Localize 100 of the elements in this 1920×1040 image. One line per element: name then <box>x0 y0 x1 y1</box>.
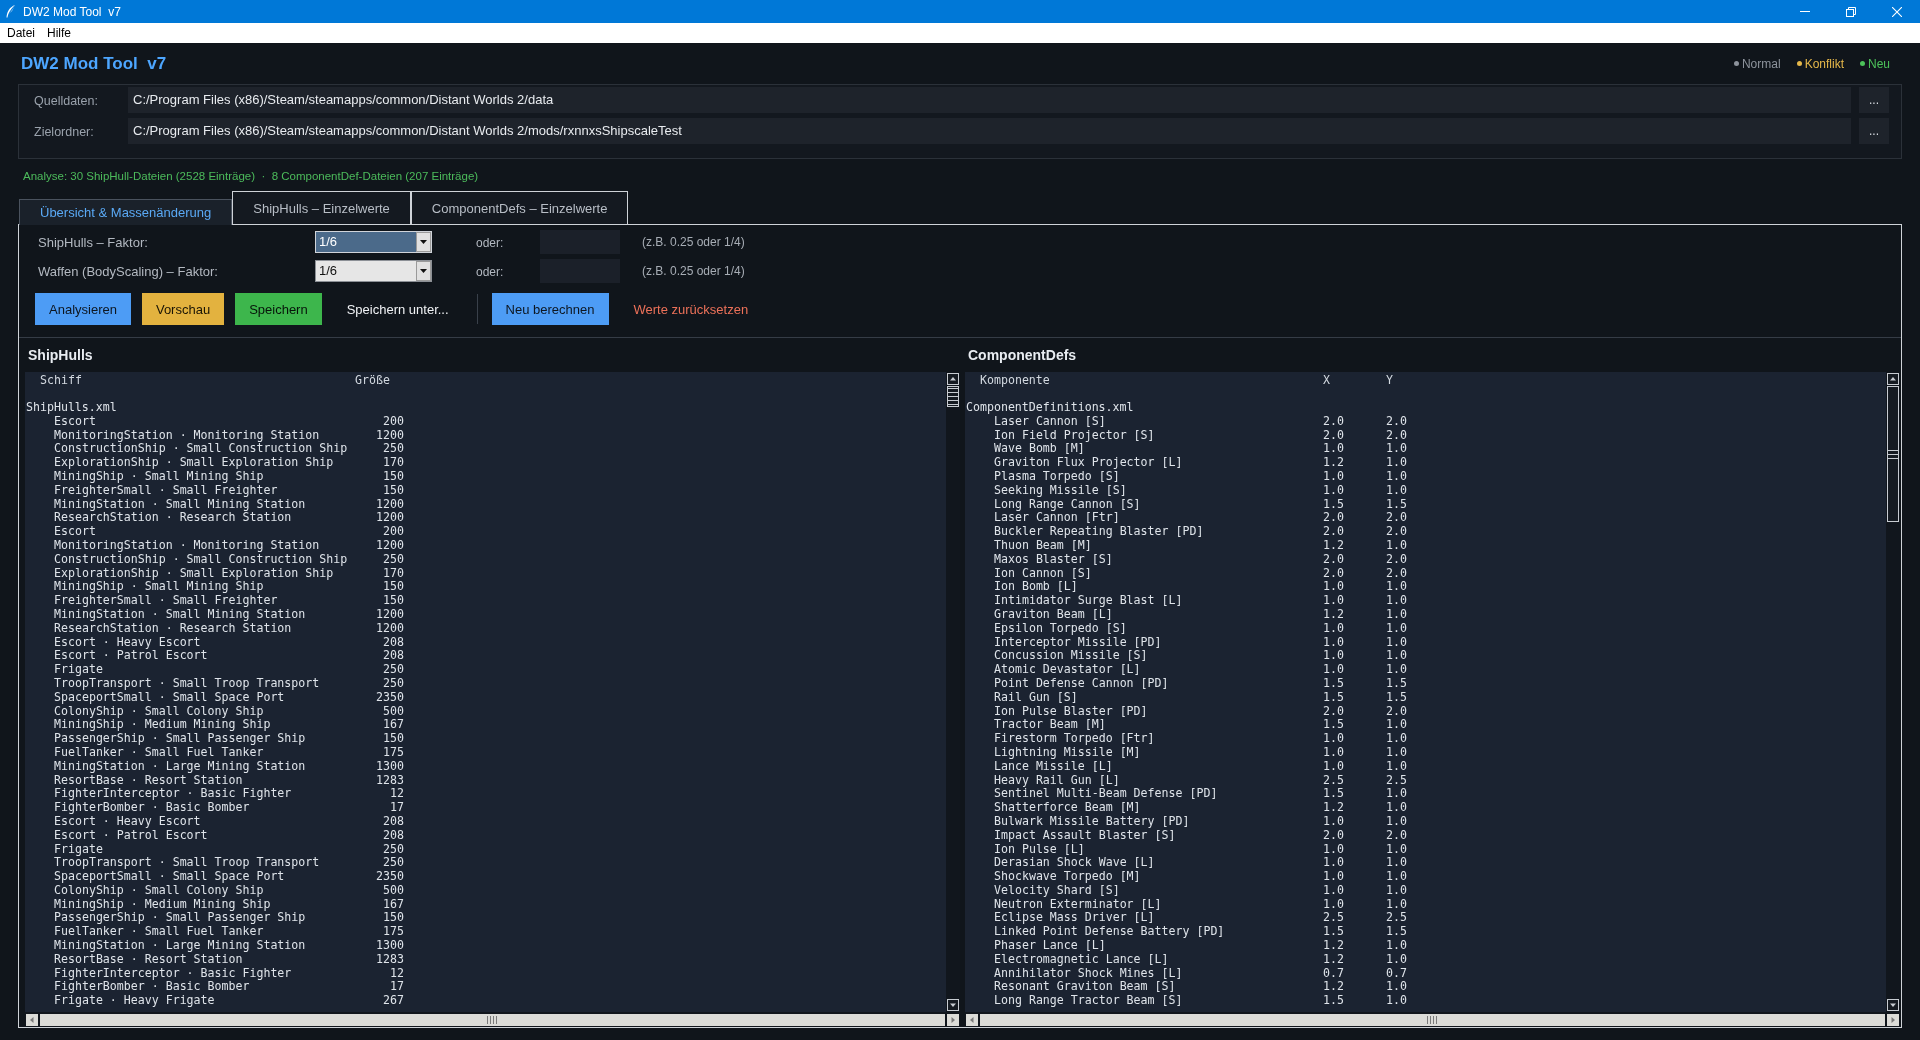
scrollbar-thumb[interactable] <box>980 1013 1885 1026</box>
tab[interactable]: Übersicht & Massenänderung <box>19 199 233 225</box>
scale-value: 1.5 <box>1323 993 1344 1008</box>
section-title: ShipHulls <box>28 346 93 364</box>
action-button[interactable]: Vorschau <box>141 293 225 325</box>
ship-name: ResearchStation · Research Station <box>54 510 292 525</box>
ship-name: FuelTanker · Small Fuel Tanker <box>54 744 264 759</box>
horizontal-scrollbar[interactable] <box>25 1012 960 1027</box>
size-value: 1200 <box>376 496 404 511</box>
scale-value: 2.0 <box>1386 703 1407 718</box>
size-value: 175 <box>383 744 404 759</box>
close-icon[interactable] <box>1892 6 1902 17</box>
scale-value: 2.5 <box>1323 910 1344 925</box>
component-name: Ion Cannon [S] <box>994 565 1092 580</box>
vertical-scrollbar[interactable] <box>1886 372 1900 1012</box>
caret-down-icon[interactable] <box>416 261 431 281</box>
alt-label: oder: <box>476 236 504 250</box>
size-value: 170 <box>383 455 404 470</box>
factor-combobox[interactable]: 1/6 <box>315 260 432 282</box>
action-button[interactable]: Speichern <box>235 293 322 325</box>
component-name: Wave Bomb [M] <box>994 441 1085 456</box>
browse-button[interactable]: ... <box>1859 87 1889 113</box>
scale-value: 1.0 <box>1323 758 1344 773</box>
vertical-scrollbar[interactable] <box>946 372 960 1012</box>
menu-item[interactable]: Datei <box>1 25 41 41</box>
scale-value: 1.0 <box>1386 455 1407 470</box>
size-value: 1300 <box>376 938 404 953</box>
factor-combobox[interactable]: 1/6 <box>315 231 432 253</box>
size-value: 2350 <box>376 689 404 704</box>
ship-name: ColonyShip · Small Colony Ship <box>54 882 264 897</box>
column-header: Schiff <box>40 373 82 387</box>
scale-value: 1.0 <box>1386 593 1407 608</box>
scale-value: 1.0 <box>1386 606 1407 621</box>
size-value: 1283 <box>376 951 404 966</box>
ship-name: Frigate · Heavy Frigate <box>54 993 215 1008</box>
ship-name: MonitoringStation · Monitoring Station <box>54 537 320 552</box>
scale-value: 1.0 <box>1323 662 1344 677</box>
text-button[interactable]: Werte zurücksetzen <box>619 293 763 325</box>
scale-value: 1.5 <box>1323 689 1344 704</box>
ship-name: FreighterSmall · Small Freighter <box>54 482 278 497</box>
column-header: X <box>1323 373 1330 387</box>
component-name: Graviton Beam [L] <box>994 606 1113 621</box>
component-name: Electromagnetic Lance [L] <box>994 951 1169 966</box>
ship-name: Escort · Patrol Escort <box>54 827 208 842</box>
scale-value: 1.0 <box>1323 744 1344 759</box>
scale-value: 1.0 <box>1386 882 1407 897</box>
scrollbar-thumb[interactable] <box>40 1013 945 1026</box>
scale-value: 1.2 <box>1323 455 1344 470</box>
ship-name: Escort · Heavy Escort <box>54 813 201 828</box>
scale-value: 2.5 <box>1386 772 1407 787</box>
scale-value: 1.0 <box>1386 993 1407 1008</box>
path-field[interactable]: C:/Program Files (x86)/Steam/steamapps/common/Distant Worlds 2/data <box>128 87 1851 113</box>
ship-name: MonitoringStation · Monitoring Station <box>54 427 320 442</box>
component-name: Seeking Missile [S] <box>994 482 1127 497</box>
size-value: 167 <box>383 717 404 732</box>
scale-value: 1.5 <box>1323 786 1344 801</box>
component-name: Maxos Blaster [S] <box>994 551 1113 566</box>
component-name: Ion Field Projector [S] <box>994 427 1155 442</box>
scale-value: 1.0 <box>1386 731 1407 746</box>
ship-name: ResortBase · Resort Station <box>54 772 243 787</box>
scale-value: 1.2 <box>1323 800 1344 815</box>
ship-name: FighterInterceptor · Basic Fighter <box>54 786 292 801</box>
ship-name: MiningStation · Large Mining Station <box>54 758 306 773</box>
caret-down-icon[interactable] <box>416 232 431 252</box>
text-button[interactable]: Speichern unter... <box>332 293 463 325</box>
action-button[interactable]: Analysieren <box>35 293 131 325</box>
ship-name: FighterInterceptor · Basic Fighter <box>54 965 292 980</box>
component-name: Epsilon Torpedo [S] <box>994 620 1127 635</box>
scale-value: 1.0 <box>1323 441 1344 456</box>
scale-value: 1.0 <box>1386 758 1407 773</box>
tab[interactable]: ShipHulls – Einzelwerte <box>232 191 411 224</box>
size-value: 2350 <box>376 869 404 884</box>
component-name: Sentinel Multi-Beam Defense [PD] <box>994 786 1218 801</box>
scale-value: 1.0 <box>1386 951 1407 966</box>
horizontal-scrollbar[interactable] <box>965 1012 1900 1027</box>
scale-value: 1.5 <box>1386 675 1407 690</box>
size-value: 250 <box>383 675 404 690</box>
ship-name: MiningStation · Small Mining Station <box>54 606 306 621</box>
component-name: Long Range Tractor Beam [S] <box>994 993 1183 1008</box>
scale-value: 2.5 <box>1386 910 1407 925</box>
component-name: Atomic Devastator [L] <box>994 662 1141 677</box>
scale-value: 1.5 <box>1386 924 1407 939</box>
ship-name: MiningStation · Small Mining Station <box>54 496 306 511</box>
menu-item[interactable]: Hilfe <box>41 25 78 41</box>
scale-value: 1.0 <box>1323 731 1344 746</box>
scale-value: 2.0 <box>1386 510 1407 525</box>
restore-icon[interactable] <box>1846 6 1856 17</box>
browse-button[interactable]: ... <box>1859 118 1889 144</box>
scale-value: 1.0 <box>1323 813 1344 828</box>
ship-name: FuelTanker · Small Fuel Tanker <box>54 924 264 939</box>
scrollbar-thumb[interactable] <box>947 386 959 407</box>
ship-name: ConstructionShip · Small Construction Ship <box>54 551 348 566</box>
scale-value: 1.0 <box>1386 469 1407 483</box>
scale-value: 2.0 <box>1323 427 1344 442</box>
scale-value: 1.2 <box>1323 938 1344 953</box>
tab[interactable]: ComponentDefs – Einzelwerte <box>410 191 629 224</box>
ship-name: TroopTransport · Small Troop Transport <box>54 675 320 690</box>
path-field[interactable]: C:/Program Files (x86)/Steam/steamapps/common/Distant Worlds 2/mods/rxnnxsShipscaleTest <box>128 118 1851 144</box>
action-button[interactable]: Neu berechnen <box>491 293 609 325</box>
scrollbar-thumb[interactable] <box>1887 386 1899 522</box>
